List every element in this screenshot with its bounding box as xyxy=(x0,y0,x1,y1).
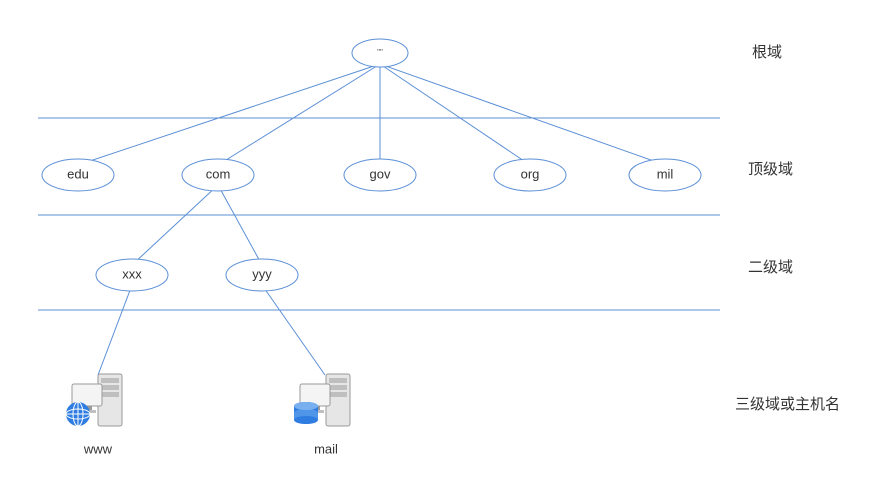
tld-node-edu: edu xyxy=(42,159,114,191)
edge xyxy=(78,64,380,165)
edge xyxy=(380,64,665,165)
tld-label: com xyxy=(206,166,231,181)
root-node: "" xyxy=(352,39,408,67)
tld-node-org: org xyxy=(494,159,566,191)
tld-label: edu xyxy=(67,166,89,181)
tld-node-gov: gov xyxy=(344,159,416,191)
db-server-icon xyxy=(294,374,350,426)
level-label-third: 三级域或主机名 xyxy=(735,396,840,413)
tld-node-com: com xyxy=(182,159,254,191)
root-label: "" xyxy=(377,48,383,57)
second-label: xxx xyxy=(122,266,142,281)
edge xyxy=(380,64,530,165)
edge xyxy=(218,185,262,265)
edge xyxy=(132,185,218,265)
tld-label: mil xyxy=(657,166,674,181)
second-node-xxx: xxx xyxy=(96,259,168,291)
tld-node-mil: mil xyxy=(629,159,701,191)
dns-hierarchy-diagram: "" edu com gov org mil xxx yyy xyxy=(0,0,890,500)
web-server-icon xyxy=(66,374,122,426)
second-label: yyy xyxy=(252,266,272,281)
host-label: mail xyxy=(314,441,338,456)
second-node-yyy: yyy xyxy=(226,259,298,291)
level-label-root: 根域 xyxy=(752,44,782,61)
host-mail: mail xyxy=(294,374,350,456)
level-label-second: 二级域 xyxy=(748,259,793,276)
tld-label: gov xyxy=(370,166,391,181)
tld-label: org xyxy=(521,166,540,181)
edge xyxy=(98,285,132,375)
edge xyxy=(218,64,380,165)
host-www: www xyxy=(66,374,122,456)
edge xyxy=(262,285,325,375)
level-label-tld: 顶级域 xyxy=(748,161,793,178)
host-label: www xyxy=(83,441,113,456)
